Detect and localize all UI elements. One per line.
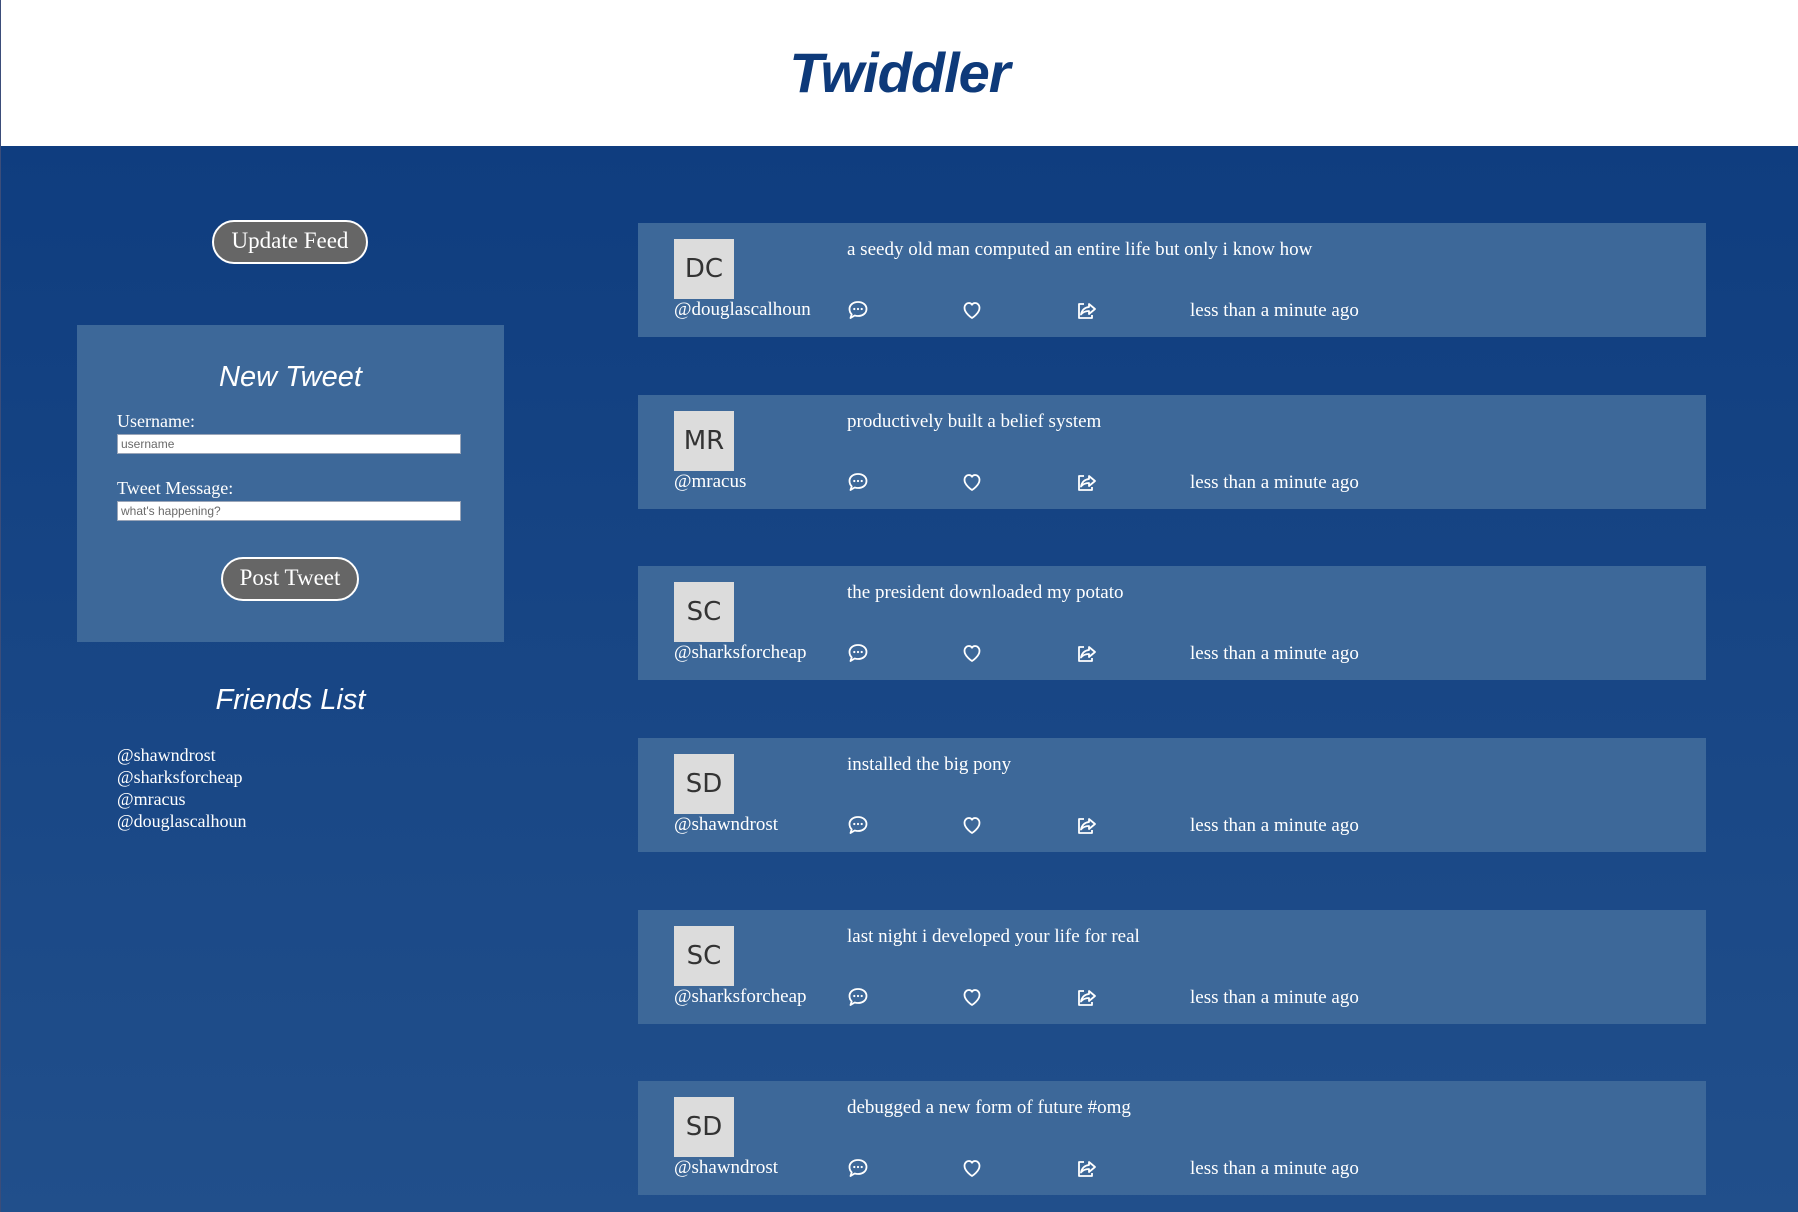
tweet-message: last night i developed your life for rea… bbox=[847, 926, 1140, 947]
main-area: Update Feed New Tweet Username: Tweet Me… bbox=[0, 146, 1798, 1212]
heart-icon[interactable] bbox=[960, 985, 984, 1009]
tweet-username[interactable]: @shawndrost bbox=[674, 1157, 778, 1179]
tweet-username[interactable]: @mracus bbox=[674, 471, 746, 493]
share-icon[interactable] bbox=[1074, 470, 1098, 494]
heart-icon[interactable] bbox=[960, 813, 984, 837]
heart-icon[interactable] bbox=[960, 298, 984, 322]
username-label: Username: bbox=[117, 411, 195, 431]
tweet-message: a seedy old man computed an entire life … bbox=[847, 239, 1313, 260]
avatar: SC bbox=[674, 582, 734, 642]
post-tweet-button[interactable]: Post Tweet bbox=[221, 557, 359, 601]
share-icon[interactable] bbox=[1074, 641, 1098, 665]
username-input[interactable] bbox=[117, 434, 461, 454]
update-feed-button[interactable]: Update Feed bbox=[212, 220, 368, 264]
tweet-timestamp: less than a minute ago bbox=[1190, 987, 1359, 1008]
friend-item[interactable]: @shawndrost bbox=[117, 744, 247, 766]
new-tweet-panel: New Tweet Username: Tweet Message: Post … bbox=[77, 325, 504, 642]
comment-icon[interactable] bbox=[846, 985, 870, 1009]
heart-icon[interactable] bbox=[960, 641, 984, 665]
avatar: MR bbox=[674, 411, 734, 471]
tweet-message: installed the big pony bbox=[847, 754, 1012, 775]
tweet-message-input[interactable] bbox=[117, 501, 461, 521]
tweet-username[interactable]: @shawndrost bbox=[674, 814, 778, 836]
tweet-message: productively built a belief system bbox=[847, 411, 1102, 432]
tweet-card: MR @mracus productively built a belief s… bbox=[638, 395, 1706, 509]
share-icon[interactable] bbox=[1074, 813, 1098, 837]
friend-item[interactable]: @mracus bbox=[117, 788, 247, 810]
heart-icon[interactable] bbox=[960, 1156, 984, 1180]
tweet-card: SD @shawndrost installed the big pony le… bbox=[638, 738, 1706, 852]
tweet-message: debugged a new form of future #omg bbox=[847, 1097, 1131, 1118]
tweet-card: SC @sharksforcheap last night i develope… bbox=[638, 910, 1706, 1024]
tweet-message: the president downloaded my potato bbox=[847, 582, 1124, 603]
friends-list: @shawndrost @sharksforcheap @mracus @dou… bbox=[117, 744, 247, 832]
tweet-timestamp: less than a minute ago bbox=[1190, 1158, 1359, 1179]
friend-item[interactable]: @douglascalhoun bbox=[117, 810, 247, 832]
tweet-card: DC @douglascalhoun a seedy old man compu… bbox=[638, 223, 1706, 337]
avatar: SD bbox=[674, 1097, 734, 1157]
share-icon[interactable] bbox=[1074, 985, 1098, 1009]
tweet-username[interactable]: @sharksforcheap bbox=[674, 986, 807, 1008]
tweet-card: SD @shawndrost debugged a new form of fu… bbox=[638, 1081, 1706, 1195]
heart-icon[interactable] bbox=[960, 470, 984, 494]
comment-icon[interactable] bbox=[846, 470, 870, 494]
app-title: Twiddler bbox=[789, 41, 1010, 104]
tweet-message-label: Tweet Message: bbox=[117, 478, 234, 498]
friend-item[interactable]: @sharksforcheap bbox=[117, 766, 247, 788]
tweet-timestamp: less than a minute ago bbox=[1190, 815, 1359, 836]
tweet-card: SC @sharksforcheap the president downloa… bbox=[638, 566, 1706, 680]
avatar: SD bbox=[674, 754, 734, 814]
tweet-username[interactable]: @sharksforcheap bbox=[674, 642, 807, 664]
avatar: SC bbox=[674, 926, 734, 986]
friends-list-title: Friends List bbox=[215, 684, 366, 716]
tweet-timestamp: less than a minute ago bbox=[1190, 472, 1359, 493]
comment-icon[interactable] bbox=[846, 1156, 870, 1180]
comment-icon[interactable] bbox=[846, 813, 870, 837]
comment-icon[interactable] bbox=[846, 641, 870, 665]
tweet-username[interactable]: @douglascalhoun bbox=[674, 299, 811, 321]
tweet-timestamp: less than a minute ago bbox=[1190, 643, 1359, 664]
comment-icon[interactable] bbox=[846, 298, 870, 322]
header: Twiddler bbox=[0, 0, 1798, 146]
share-icon[interactable] bbox=[1074, 1156, 1098, 1180]
new-tweet-title: New Tweet bbox=[219, 361, 362, 393]
tweet-timestamp: less than a minute ago bbox=[1190, 300, 1359, 321]
share-icon[interactable] bbox=[1074, 298, 1098, 322]
avatar: DC bbox=[674, 239, 734, 299]
